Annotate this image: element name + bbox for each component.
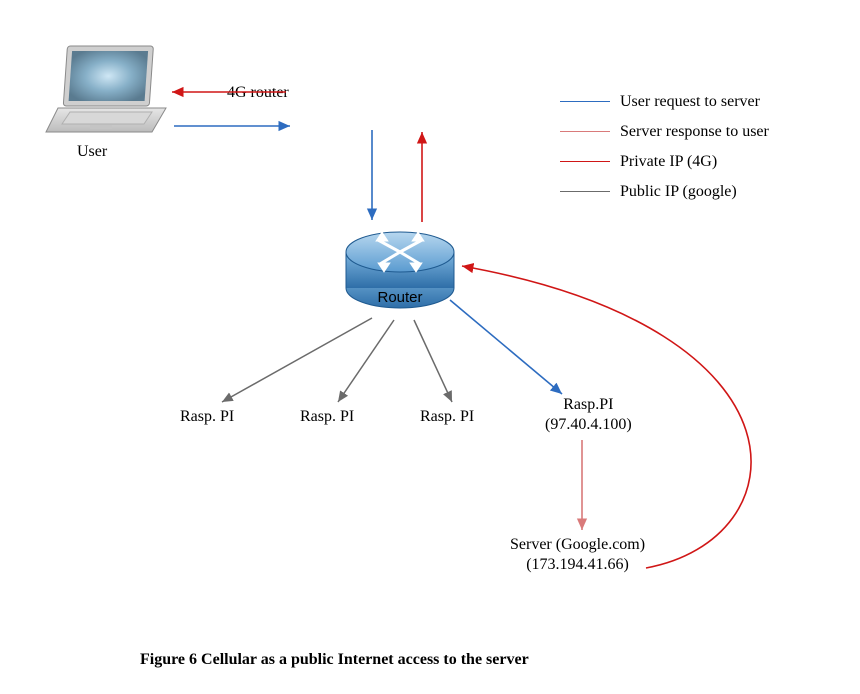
diagram-container: Router User 4G router Rasp.PI (97.40.4.1…	[0, 0, 860, 694]
arrow-router-to-pi3	[414, 320, 452, 402]
arrow-server-to-router-curve	[462, 266, 751, 568]
connections-overlay	[0, 0, 860, 694]
arrow-router-to-pifull	[450, 300, 562, 394]
arrow-router-to-pi1	[222, 318, 372, 402]
